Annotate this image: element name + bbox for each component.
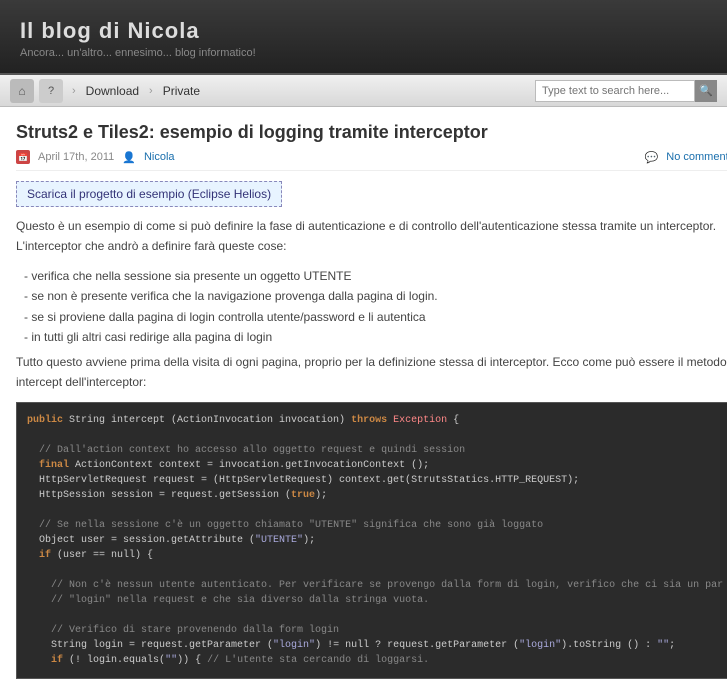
code-block: public String intercept (ActionInvocatio… <box>16 402 727 679</box>
search-input[interactable] <box>535 80 695 102</box>
nav-separator-1: › <box>72 85 76 97</box>
list-item: verifica che nella sessione sia presente… <box>24 266 727 286</box>
nav-link-private[interactable]: Private <box>157 82 206 100</box>
question-icon[interactable]: ? <box>39 79 63 103</box>
search-button[interactable]: 🔍 <box>695 80 717 102</box>
comment-icon: 💬 <box>645 151 659 164</box>
post-comments[interactable]: No comments <box>666 151 727 163</box>
list-item: in tutti gli altri casi redirige alla pa… <box>24 327 727 347</box>
post-meta: 📅 April 17th, 2011 👤 Nicola 💬 No comment… <box>16 150 727 171</box>
post-content: Struts2 e Tiles2: esempio di logging tra… <box>0 107 727 693</box>
site-subtitle: Ancora... un'altro... ennesimo... blog i… <box>20 47 707 59</box>
nav-separator-2: › <box>149 85 153 97</box>
post-author[interactable]: Nicola <box>144 151 175 163</box>
post-title: Struts2 e Tiles2: esempio di logging tra… <box>16 121 727 144</box>
nav-link-download[interactable]: Download <box>80 82 145 100</box>
site-title: Il blog di Nicola <box>20 18 707 44</box>
list-item: se non è presente verifica che la naviga… <box>24 286 727 306</box>
user-icon: 👤 <box>122 151 136 164</box>
post-date: April 17th, 2011 <box>38 151 114 163</box>
site-header: Il blog di Nicola Ancora... un'altro... … <box>0 0 727 75</box>
list-item: se si proviene dalla pagina di login con… <box>24 307 727 327</box>
post-body-intro: Questo è un esempio di come si può defin… <box>16 217 727 255</box>
calendar-icon: 📅 <box>16 150 30 164</box>
navbar: ⌂ ? › Download › Private 🔍 <box>0 75 727 107</box>
download-link[interactable]: Scarica il progetto di esempio (Eclipse … <box>16 181 282 207</box>
home-icon[interactable]: ⌂ <box>10 79 34 103</box>
post-body-outro: Tutto questo avviene prima della visita … <box>16 353 727 391</box>
search-bar: 🔍 <box>535 80 717 102</box>
main-layout: Struts2 e Tiles2: esempio di logging tra… <box>0 107 727 693</box>
bullet-list: verifica che nella sessione sia presente… <box>24 266 727 348</box>
